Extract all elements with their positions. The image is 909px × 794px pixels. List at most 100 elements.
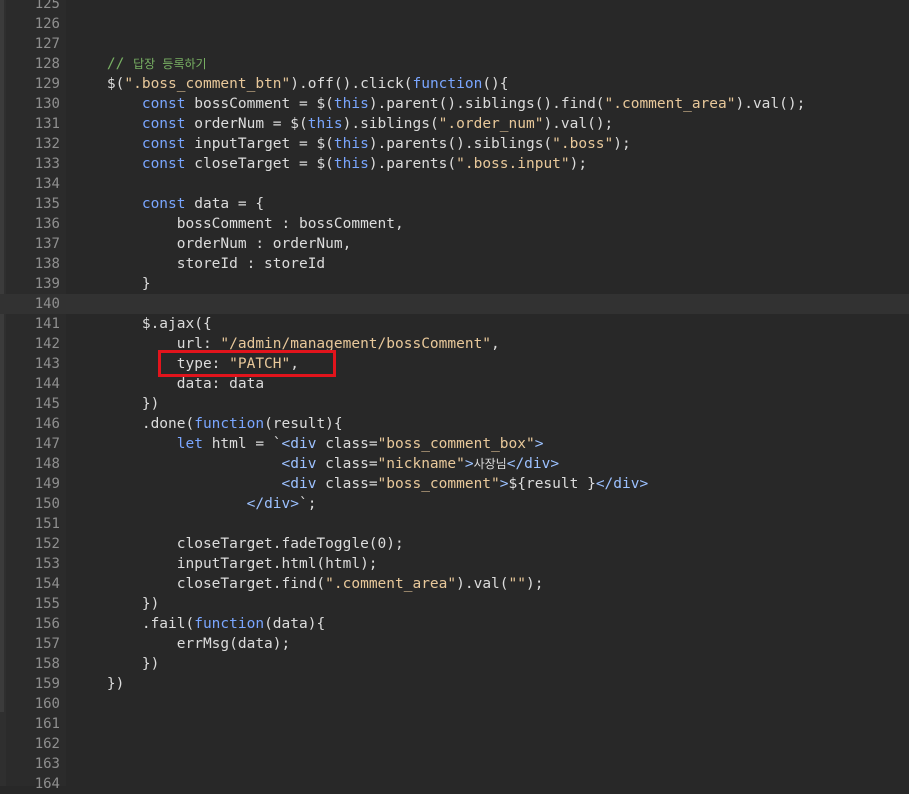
code-line[interactable]: 141 $.ajax({ [0,314,909,334]
code-token: .done( [72,416,195,432]
code-line[interactable]: 149 <div class="boss_comment">${result }… [0,474,909,494]
code-line[interactable]: 154 closeTarget.find(".comment_area").va… [0,574,909,594]
code-line[interactable]: 150 </div>`; [0,494,909,514]
code-line[interactable]: 142 url: "/admin/management/bossComment"… [0,334,909,354]
code-line[interactable]: 132 const inputTarget = $(this).parents(… [0,134,909,154]
code-text: $(".boss_comment_btn").off().click(funct… [72,74,909,94]
code-text: let html = `<div class="boss_comment_box… [72,434,909,454]
code-line[interactable]: 147 let html = `<div class="boss_comment… [0,434,909,454]
code-token: </div> [595,476,649,492]
code-line[interactable]: 153 inputTarget.html(html); [0,554,909,574]
line-number: 136 [34,216,60,232]
code-line[interactable]: 139 } [0,274,909,294]
code-token: this [307,116,343,132]
code-token: "nickname" [377,456,465,472]
code-token: const [141,116,186,132]
code-token: ".order_num" [438,116,544,132]
code-token: orderNum : orderNum, [72,236,352,252]
code-token: bossComment = $( [185,96,334,112]
code-line[interactable]: 133 const closeTarget = $(this).parents(… [0,154,909,174]
code-token: storeId : storeId [72,256,326,272]
code-token: .fail( [72,616,195,632]
code-token: "boss_comment" [377,476,500,492]
code-token: type: [72,356,230,372]
code-line[interactable]: 159 }) [0,674,909,694]
code-line[interactable]: 137 orderNum : orderNum, [0,234,909,254]
code-token: `; [299,496,317,512]
line-number: 158 [34,656,60,672]
code-line[interactable]: 144 data: data [0,374,909,394]
code-line[interactable]: 143 type: "PATCH", [0,354,909,374]
line-number: 127 [34,36,60,52]
code-line[interactable]: 157 errMsg(data); [0,634,909,654]
code-line[interactable]: 158 }) [0,654,909,674]
code-text: <div class="nickname">사장님</div> [72,454,909,474]
code-line[interactable]: 164 [0,774,909,794]
line-number: 144 [34,376,60,392]
code-line[interactable]: 136 bossComment : bossComment, [0,214,909,234]
code-line[interactable]: 156 .fail(function(data){ [0,614,909,634]
line-number: 138 [34,256,60,272]
code-line[interactable]: 127 [0,34,909,54]
code-line[interactable]: 162 [0,734,909,754]
line-number: 160 [34,696,60,712]
code-token: const [141,136,186,152]
line-number: 142 [34,336,60,352]
line-number: 157 [34,636,60,652]
code-text: const bossComment = $(this).parent().sib… [72,94,909,114]
code-token: ".boss.input" [456,156,570,172]
code-token: 사장님 [473,457,507,471]
code-line[interactable]: 134 [0,174,909,194]
code-text: closeTarget.fadeToggle(0); [72,534,909,554]
code-editor[interactable]: 125 126 127 128 // 답장 등록하기 129 $(".boss_comm… [0,0,909,794]
code-token: const [141,156,186,172]
line-number: 148 [34,456,60,472]
code-line[interactable]: 140 [0,294,909,314]
code-line[interactable]: 160 [0,694,909,714]
line-number: 145 [34,396,60,412]
line-number: 133 [34,156,60,172]
line-number: 134 [34,176,60,192]
code-token: "PATCH" [229,356,291,372]
code-token: this [333,156,369,172]
code-line[interactable]: 125 [0,0,909,14]
code-line[interactable]: 148 <div class="nickname">사장님</div> [0,454,909,474]
code-token: </div> [506,456,560,472]
code-text: url: "/admin/management/bossComment", [72,334,909,354]
code-token: $( [72,76,125,92]
line-number: 147 [34,436,60,452]
code-token: > [464,456,474,472]
code-text: const closeTarget = $(this).parents(".bo… [72,154,909,174]
line-number: 163 [34,756,60,772]
code-token: ${result } [508,476,596,492]
code-text: const data = { [72,194,909,214]
code-token: ".boss_comment_btn" [124,76,291,92]
code-line[interactable]: 152 closeTarget.fadeToggle(0); [0,534,909,554]
code-line[interactable]: 145 }) [0,394,909,414]
line-number: 161 [34,716,60,732]
code-line[interactable]: 163 [0,754,909,774]
code-line[interactable]: 130 const bossComment = $(this).parent()… [0,94,909,114]
code-token: function [194,416,265,432]
code-line[interactable]: 135 const data = { [0,194,909,214]
code-token: ); [613,136,631,152]
code-token: data = { [185,196,265,212]
line-number: 126 [34,16,60,32]
code-token: class= [316,476,378,492]
code-text: closeTarget.find(".comment_area").val(""… [72,574,909,594]
code-line[interactable]: 126 [0,14,909,34]
code-token: > [534,436,544,452]
code-token: <div [281,436,317,452]
code-line[interactable]: 128 // 답장 등록하기 [0,54,909,74]
code-line[interactable]: 131 const orderNum = $(this).siblings(".… [0,114,909,134]
code-token: ).val( [456,576,509,592]
code-line[interactable]: 151 [0,514,909,534]
code-line[interactable]: 161 [0,714,909,734]
code-line[interactable]: 129 $(".boss_comment_btn").off().click(f… [0,74,909,94]
line-number: 140 [34,296,60,312]
code-line[interactable]: 146 .done(function(result){ [0,414,909,434]
code-line[interactable]: 138 storeId : storeId [0,254,909,274]
code-token: function [194,616,265,632]
code-token: <div [281,476,317,492]
code-line[interactable]: 155 }) [0,594,909,614]
